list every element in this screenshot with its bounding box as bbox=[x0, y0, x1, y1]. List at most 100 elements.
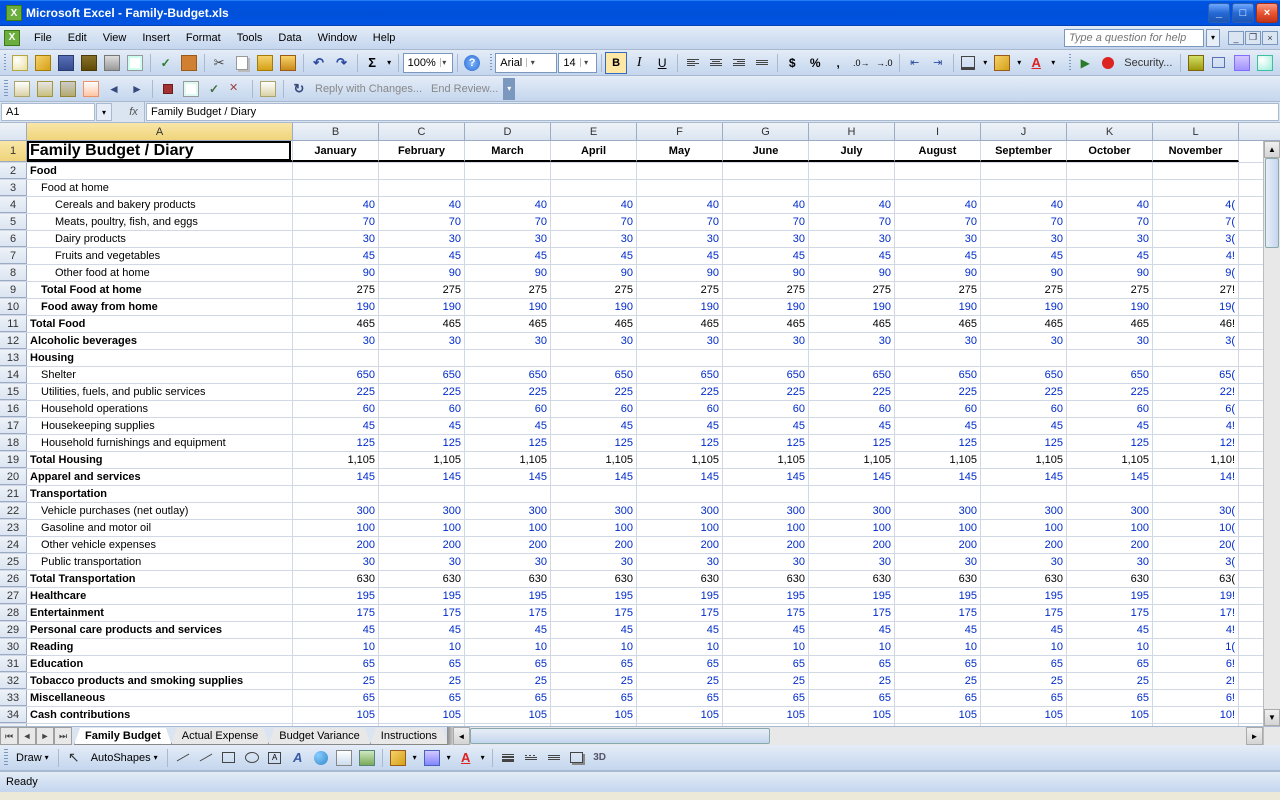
value-cell[interactable]: 60 bbox=[293, 401, 379, 417]
value-cell[interactable]: 25 bbox=[809, 673, 895, 689]
macro-play-button[interactable]: ▶ bbox=[1074, 52, 1096, 74]
category-label[interactable]: Total Food bbox=[27, 316, 293, 332]
value-cell[interactable]: 30 bbox=[1067, 333, 1153, 349]
category-label[interactable]: Cereals and bakery products bbox=[27, 197, 293, 213]
value-cell[interactable] bbox=[465, 350, 551, 366]
value-cell[interactable]: 175 bbox=[293, 605, 379, 621]
value-cell[interactable]: 30 bbox=[723, 231, 809, 247]
value-cell[interactable]: 65 bbox=[379, 656, 465, 672]
row-header[interactable]: 16 bbox=[0, 401, 27, 417]
value-cell[interactable]: 45 bbox=[465, 418, 551, 434]
value-cell[interactable]: 300 bbox=[1067, 503, 1153, 519]
value-cell[interactable]: 10 bbox=[465, 639, 551, 655]
value-cell[interactable]: 45 bbox=[551, 418, 637, 434]
value-cell[interactable]: 45 bbox=[895, 418, 981, 434]
value-cell[interactable]: 125 bbox=[723, 435, 809, 451]
value-cell[interactable] bbox=[895, 180, 981, 196]
value-cell[interactable]: 1,105 bbox=[981, 452, 1067, 468]
design-mode-button[interactable] bbox=[1208, 52, 1230, 74]
category-label[interactable]: Shelter bbox=[27, 367, 293, 383]
value-cell[interactable] bbox=[1067, 163, 1153, 179]
sheet-tab[interactable]: Family Budget bbox=[74, 728, 172, 745]
delete-comment-button[interactable] bbox=[80, 78, 102, 100]
value-cell[interactable]: 65 bbox=[809, 656, 895, 672]
track-changes-button[interactable] bbox=[180, 78, 202, 100]
category-label[interactable]: Food bbox=[27, 163, 293, 179]
tab-first-button[interactable]: ⏮ bbox=[0, 727, 18, 745]
value-cell[interactable] bbox=[723, 724, 809, 726]
row-header[interactable]: 25 bbox=[0, 554, 27, 570]
value-cell[interactable] bbox=[1153, 180, 1239, 196]
value-cell[interactable]: 65 bbox=[1067, 690, 1153, 706]
mdi-close-button[interactable]: × bbox=[1262, 31, 1278, 45]
row-header[interactable]: 33 bbox=[0, 690, 27, 706]
value-cell[interactable]: 45 bbox=[895, 622, 981, 638]
value-cell[interactable]: 125 bbox=[551, 435, 637, 451]
value-cell[interactable]: 125 bbox=[379, 435, 465, 451]
print-button[interactable] bbox=[101, 52, 123, 74]
value-cell[interactable] bbox=[981, 724, 1067, 726]
category-label[interactable]: Entertainment bbox=[27, 605, 293, 621]
horizontal-scrollbar[interactable]: ◄ ► bbox=[453, 727, 1263, 745]
column-header[interactable]: L bbox=[1153, 123, 1239, 140]
value-cell[interactable] bbox=[551, 163, 637, 179]
value-cell[interactable] bbox=[723, 180, 809, 196]
open-button[interactable] bbox=[32, 52, 54, 74]
reject-change-button[interactable]: ✕ bbox=[226, 78, 248, 100]
value-cell[interactable]: 465 bbox=[465, 316, 551, 332]
value-cell[interactable] bbox=[895, 486, 981, 502]
row-header[interactable]: 1 bbox=[0, 141, 27, 162]
column-header[interactable]: E bbox=[551, 123, 637, 140]
font-size-select[interactable]: 14▾ bbox=[558, 53, 596, 73]
value-cell[interactable]: 90 bbox=[637, 265, 723, 281]
value-cell[interactable]: 105 bbox=[895, 707, 981, 723]
italic-button[interactable]: I bbox=[628, 52, 650, 74]
fx-button[interactable]: fx bbox=[123, 102, 145, 122]
value-cell[interactable]: 145 bbox=[723, 469, 809, 485]
value-cell[interactable]: 30 bbox=[723, 554, 809, 570]
category-label[interactable]: Other food at home bbox=[27, 265, 293, 281]
value-cell[interactable]: 100 bbox=[981, 520, 1067, 536]
value-cell[interactable]: 30 bbox=[637, 554, 723, 570]
value-cell[interactable]: 125 bbox=[1067, 435, 1153, 451]
value-cell[interactable] bbox=[637, 180, 723, 196]
value-cell[interactable]: 19! bbox=[1153, 588, 1239, 604]
value-cell[interactable]: 650 bbox=[723, 367, 809, 383]
value-cell[interactable]: 30 bbox=[809, 231, 895, 247]
comma-button[interactable]: , bbox=[827, 52, 849, 74]
category-label[interactable]: Food away from home bbox=[27, 299, 293, 315]
value-cell[interactable]: 195 bbox=[465, 588, 551, 604]
value-cell[interactable] bbox=[1067, 486, 1153, 502]
month-header[interactable]: October bbox=[1067, 141, 1153, 162]
value-cell[interactable]: 175 bbox=[1067, 605, 1153, 621]
value-cell[interactable]: 10 bbox=[379, 639, 465, 655]
value-cell[interactable]: 65 bbox=[551, 656, 637, 672]
value-cell[interactable] bbox=[637, 724, 723, 726]
value-cell[interactable]: 105 bbox=[809, 707, 895, 723]
value-cell[interactable]: 65 bbox=[895, 656, 981, 672]
value-cell[interactable]: 1,105 bbox=[465, 452, 551, 468]
value-cell[interactable]: 175 bbox=[895, 605, 981, 621]
value-cell[interactable]: 40 bbox=[809, 197, 895, 213]
line-button[interactable] bbox=[172, 747, 194, 769]
value-cell[interactable]: 25 bbox=[637, 673, 723, 689]
value-cell[interactable]: 175 bbox=[465, 605, 551, 621]
value-cell[interactable] bbox=[981, 486, 1067, 502]
value-cell[interactable]: 195 bbox=[723, 588, 809, 604]
value-cell[interactable]: 3( bbox=[1153, 333, 1239, 349]
value-cell[interactable]: 195 bbox=[551, 588, 637, 604]
value-cell[interactable]: 125 bbox=[895, 435, 981, 451]
value-cell[interactable] bbox=[293, 724, 379, 726]
value-cell[interactable]: 30 bbox=[637, 333, 723, 349]
row-header[interactable]: 35 bbox=[0, 724, 27, 726]
font-select[interactable]: Arial▾ bbox=[495, 53, 557, 73]
value-cell[interactable]: 190 bbox=[637, 299, 723, 315]
value-cell[interactable]: 45 bbox=[293, 622, 379, 638]
scroll-right-button[interactable]: ► bbox=[1246, 727, 1263, 745]
value-cell[interactable]: 45 bbox=[809, 622, 895, 638]
value-cell[interactable]: 25 bbox=[379, 673, 465, 689]
value-cell[interactable]: 90 bbox=[895, 265, 981, 281]
toolbar-handle[interactable] bbox=[4, 80, 8, 98]
value-cell[interactable]: 195 bbox=[809, 588, 895, 604]
row-header[interactable]: 10 bbox=[0, 299, 27, 315]
